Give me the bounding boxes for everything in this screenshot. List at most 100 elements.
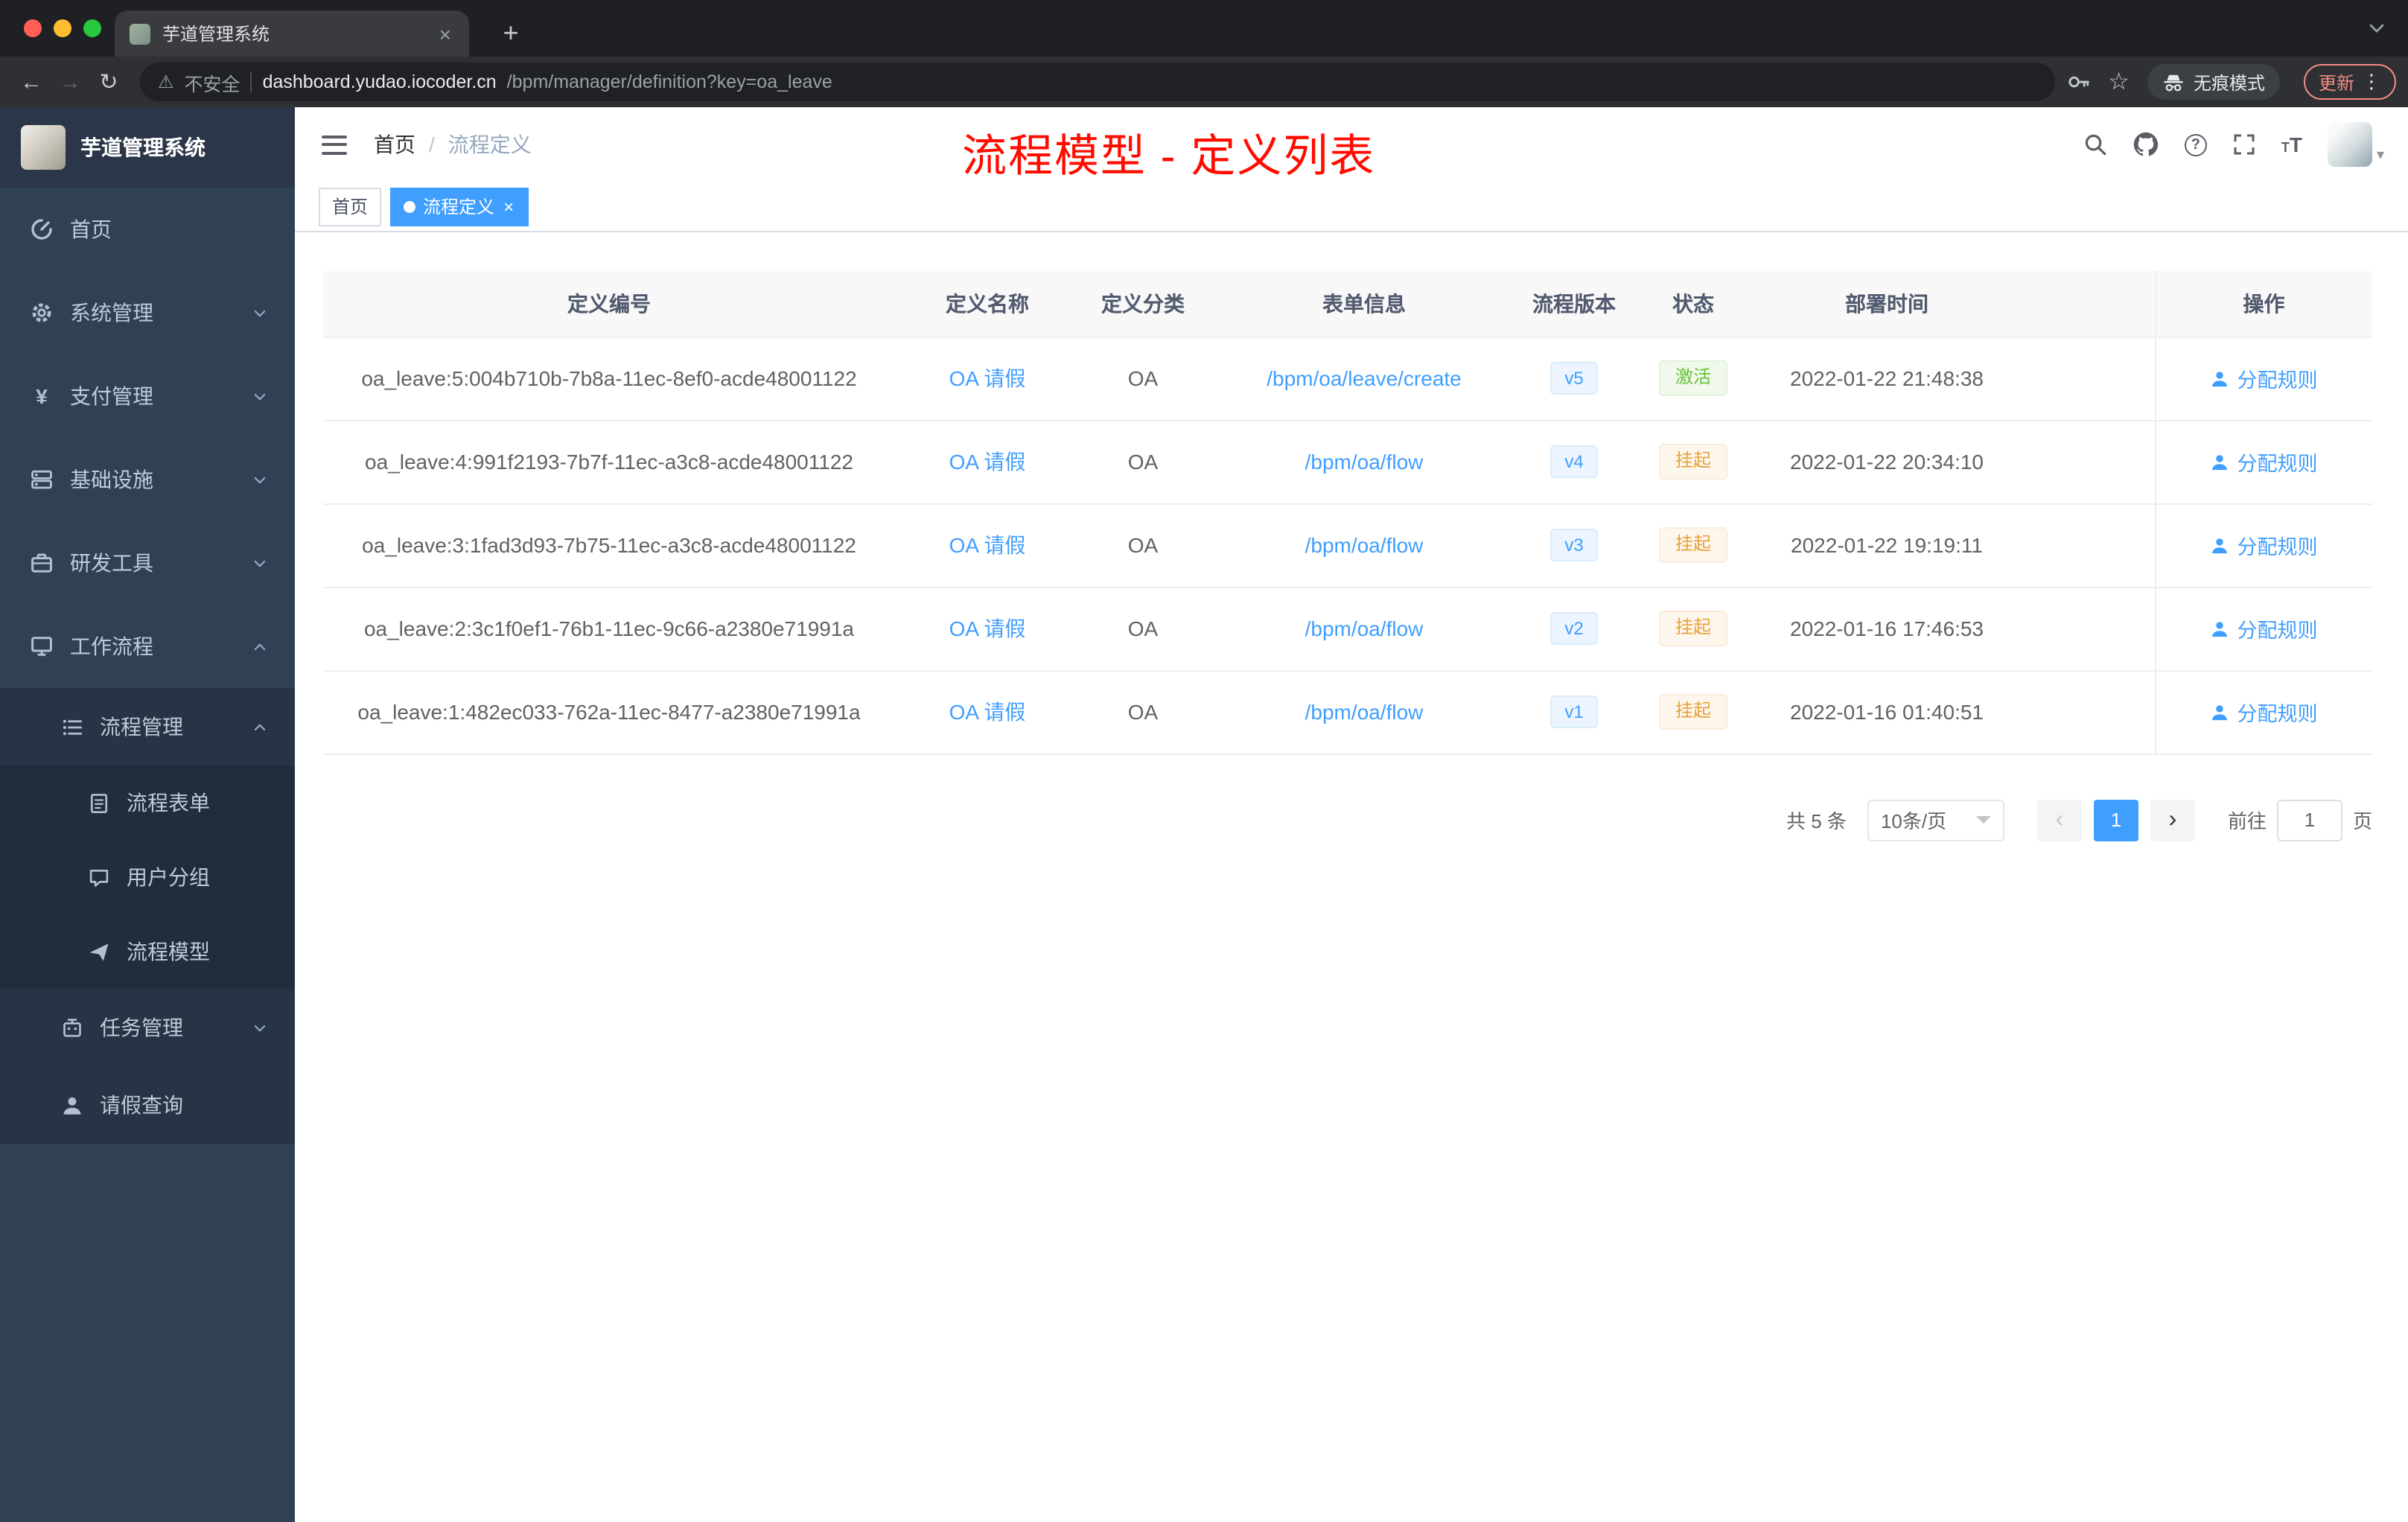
help-icon[interactable]: ? bbox=[2184, 133, 2207, 156]
table-row: oa_leave:4:991f2193-7b7f-11ec-a3c8-acde4… bbox=[323, 420, 2372, 504]
incognito-badge[interactable]: 无痕模式 bbox=[2147, 64, 2280, 100]
assign-rule-link[interactable]: 分配规则 bbox=[2211, 363, 2318, 393]
forward-button[interactable]: → bbox=[51, 63, 89, 101]
form-link[interactable]: /bpm/oa/flow bbox=[1305, 617, 1424, 640]
incognito-icon bbox=[2162, 71, 2185, 93]
assign-rule-link[interactable]: 分配规则 bbox=[2211, 614, 2318, 643]
definition-table: 定义编号 定义名称 定义分类 表单信息 流程版本 状态 部署时间 操作 oa_l… bbox=[323, 271, 2372, 754]
gear-icon bbox=[30, 301, 54, 325]
sidebar-item-process-model[interactable]: 流程模型 bbox=[0, 914, 295, 989]
chevron-down-icon bbox=[252, 555, 268, 571]
form-link[interactable]: /bpm/oa/flow bbox=[1305, 533, 1424, 557]
url-path: /bpm/manager/definition?key=oa_leave bbox=[506, 71, 832, 92]
tag-close-icon[interactable]: × bbox=[502, 196, 515, 217]
window-close-button[interactable] bbox=[24, 19, 42, 37]
sidebar-item-task-mgmt[interactable]: 任务管理 bbox=[0, 989, 295, 1066]
tabstrip-chevron-down-icon[interactable] bbox=[2366, 18, 2387, 39]
user-avatar[interactable]: ▾ bbox=[2327, 122, 2384, 167]
cell-id: oa_leave:1:482ec033-762a-11ec-8477-a2380… bbox=[323, 670, 895, 754]
cell-category: OA bbox=[1080, 420, 1206, 504]
sidebar-item-dev-tools[interactable]: 研发工具 bbox=[0, 521, 295, 605]
sidebar-item-workflow[interactable]: 工作流程 bbox=[0, 605, 295, 688]
col-header-spacer bbox=[2013, 271, 2155, 337]
form-link[interactable]: /bpm/oa/flow bbox=[1305, 450, 1424, 474]
breadcrumb-current: 流程定义 bbox=[447, 133, 532, 156]
dashboard-icon bbox=[30, 217, 54, 241]
tag-process-definition[interactable]: 流程定义 × bbox=[390, 187, 529, 226]
status-badge: 挂起 bbox=[1658, 444, 1727, 480]
search-icon[interactable] bbox=[2083, 133, 2107, 156]
tag-home[interactable]: 首页 bbox=[319, 187, 382, 226]
cell-deploy-time: 2022-01-16 01:40:51 bbox=[1760, 670, 2013, 754]
form-link[interactable]: /bpm/oa/leave/create bbox=[1267, 366, 1462, 390]
browser-tab[interactable]: 芋道管理系统 × bbox=[115, 10, 469, 57]
status-badge: 激活 bbox=[1658, 360, 1727, 396]
tags-view: 首页 流程定义 × bbox=[295, 182, 2408, 232]
back-button[interactable]: ← bbox=[12, 63, 51, 101]
sidebar-logo[interactable]: 芋道管理系统 bbox=[0, 107, 295, 188]
security-label: 不安全 bbox=[184, 74, 241, 95]
sidebar-item-process-form[interactable]: 流程表单 bbox=[0, 765, 295, 840]
tab-favicon-icon bbox=[130, 23, 150, 44]
chevron-up-icon bbox=[252, 719, 268, 735]
font-size-icon[interactable]: T T bbox=[2281, 134, 2302, 155]
sidebar-item-system-mgmt[interactable]: 系统管理 bbox=[0, 271, 295, 354]
toolbox-icon bbox=[30, 551, 54, 575]
bookmark-star-icon[interactable]: ☆ bbox=[2108, 67, 2130, 97]
table-row: oa_leave:3:1fad3d93-7b75-11ec-a3c8-acde4… bbox=[323, 503, 2372, 588]
status-badge: 挂起 bbox=[1658, 611, 1727, 646]
form-link[interactable]: /bpm/oa/flow bbox=[1305, 700, 1424, 724]
cell-id: oa_leave:4:991f2193-7b7f-11ec-a3c8-acde4… bbox=[323, 420, 895, 504]
goto-page-input[interactable] bbox=[2276, 799, 2342, 841]
chat-icon bbox=[86, 865, 110, 889]
window-zoom-button[interactable] bbox=[83, 19, 101, 37]
sidebar-item-leave-query[interactable]: 请假查询 bbox=[0, 1066, 295, 1144]
sidebar-item-user-group[interactable]: 用户分组 bbox=[0, 840, 295, 914]
version-badge: v4 bbox=[1549, 445, 1599, 479]
paper-plane-icon bbox=[86, 940, 110, 964]
definition-name-link[interactable]: OA 请假 bbox=[949, 450, 1026, 474]
new-tab-button[interactable]: + bbox=[491, 13, 530, 52]
next-page-button[interactable]: › bbox=[2150, 799, 2195, 841]
avatar-caret-icon: ▾ bbox=[2376, 147, 2384, 164]
definition-name-link[interactable]: OA 请假 bbox=[949, 617, 1026, 640]
assign-rule-link[interactable]: 分配规则 bbox=[2211, 447, 2318, 477]
assign-rule-link[interactable]: 分配规则 bbox=[2211, 530, 2318, 560]
password-key-icon[interactable] bbox=[2066, 70, 2090, 94]
logo-image bbox=[21, 125, 66, 170]
tab-title: 芋道管理系统 bbox=[162, 24, 270, 45]
cell-deploy-time: 2022-01-16 17:46:53 bbox=[1760, 587, 2013, 671]
prev-page-button[interactable]: ‹ bbox=[2036, 799, 2082, 841]
toolbar-right: ☆ 无痕模式 更新 ⋮ bbox=[2066, 64, 2396, 100]
user-icon bbox=[60, 1093, 83, 1117]
window-minimize-button[interactable] bbox=[54, 19, 71, 37]
definition-name-link[interactable]: OA 请假 bbox=[949, 533, 1026, 557]
col-header-form: 表单信息 bbox=[1206, 271, 1522, 337]
sidebar-item-process-mgmt[interactable]: 流程管理 bbox=[0, 688, 295, 765]
github-icon[interactable] bbox=[2133, 131, 2159, 158]
page-1-button[interactable]: 1 bbox=[2093, 799, 2138, 841]
col-header-category: 定义分类 bbox=[1080, 271, 1206, 337]
assign-rule-link[interactable]: 分配规则 bbox=[2211, 697, 2318, 727]
definition-name-link[interactable]: OA 请假 bbox=[949, 700, 1026, 724]
chevron-down-icon bbox=[252, 471, 268, 488]
sidebar-item-payment-mgmt[interactable]: ¥ 支付管理 bbox=[0, 354, 295, 438]
cell-id: oa_leave:2:3c1f0ef1-76b1-11ec-9c66-a2380… bbox=[323, 587, 895, 671]
address-bar[interactable]: ⚠ 不安全 dashboard.yudao.iocoder.cn /bpm/ma… bbox=[140, 63, 2055, 101]
reload-button[interactable]: ↻ bbox=[89, 63, 128, 101]
tab-close-icon[interactable]: × bbox=[436, 22, 454, 45]
overflow-menu-icon[interactable]: ⋮ bbox=[2362, 70, 2381, 94]
breadcrumb-home[interactable]: 首页 bbox=[374, 130, 415, 159]
sidebar-item-infrastructure[interactable]: 基础设施 bbox=[0, 438, 295, 521]
workflow-icon bbox=[30, 634, 54, 658]
hamburger-icon[interactable] bbox=[319, 129, 350, 160]
chevron-up-icon bbox=[252, 638, 268, 655]
sidebar-item-home[interactable]: 首页 bbox=[0, 188, 295, 271]
version-badge: v1 bbox=[1549, 695, 1599, 729]
page-size-select[interactable]: 10条/页 bbox=[1867, 799, 2004, 841]
definition-name-link[interactable]: OA 请假 bbox=[949, 366, 1026, 390]
browser-update-button[interactable]: 更新 ⋮ bbox=[2303, 64, 2396, 100]
fullscreen-icon[interactable] bbox=[2232, 133, 2256, 156]
cell-category: OA bbox=[1080, 670, 1206, 754]
user-icon bbox=[2211, 702, 2230, 722]
